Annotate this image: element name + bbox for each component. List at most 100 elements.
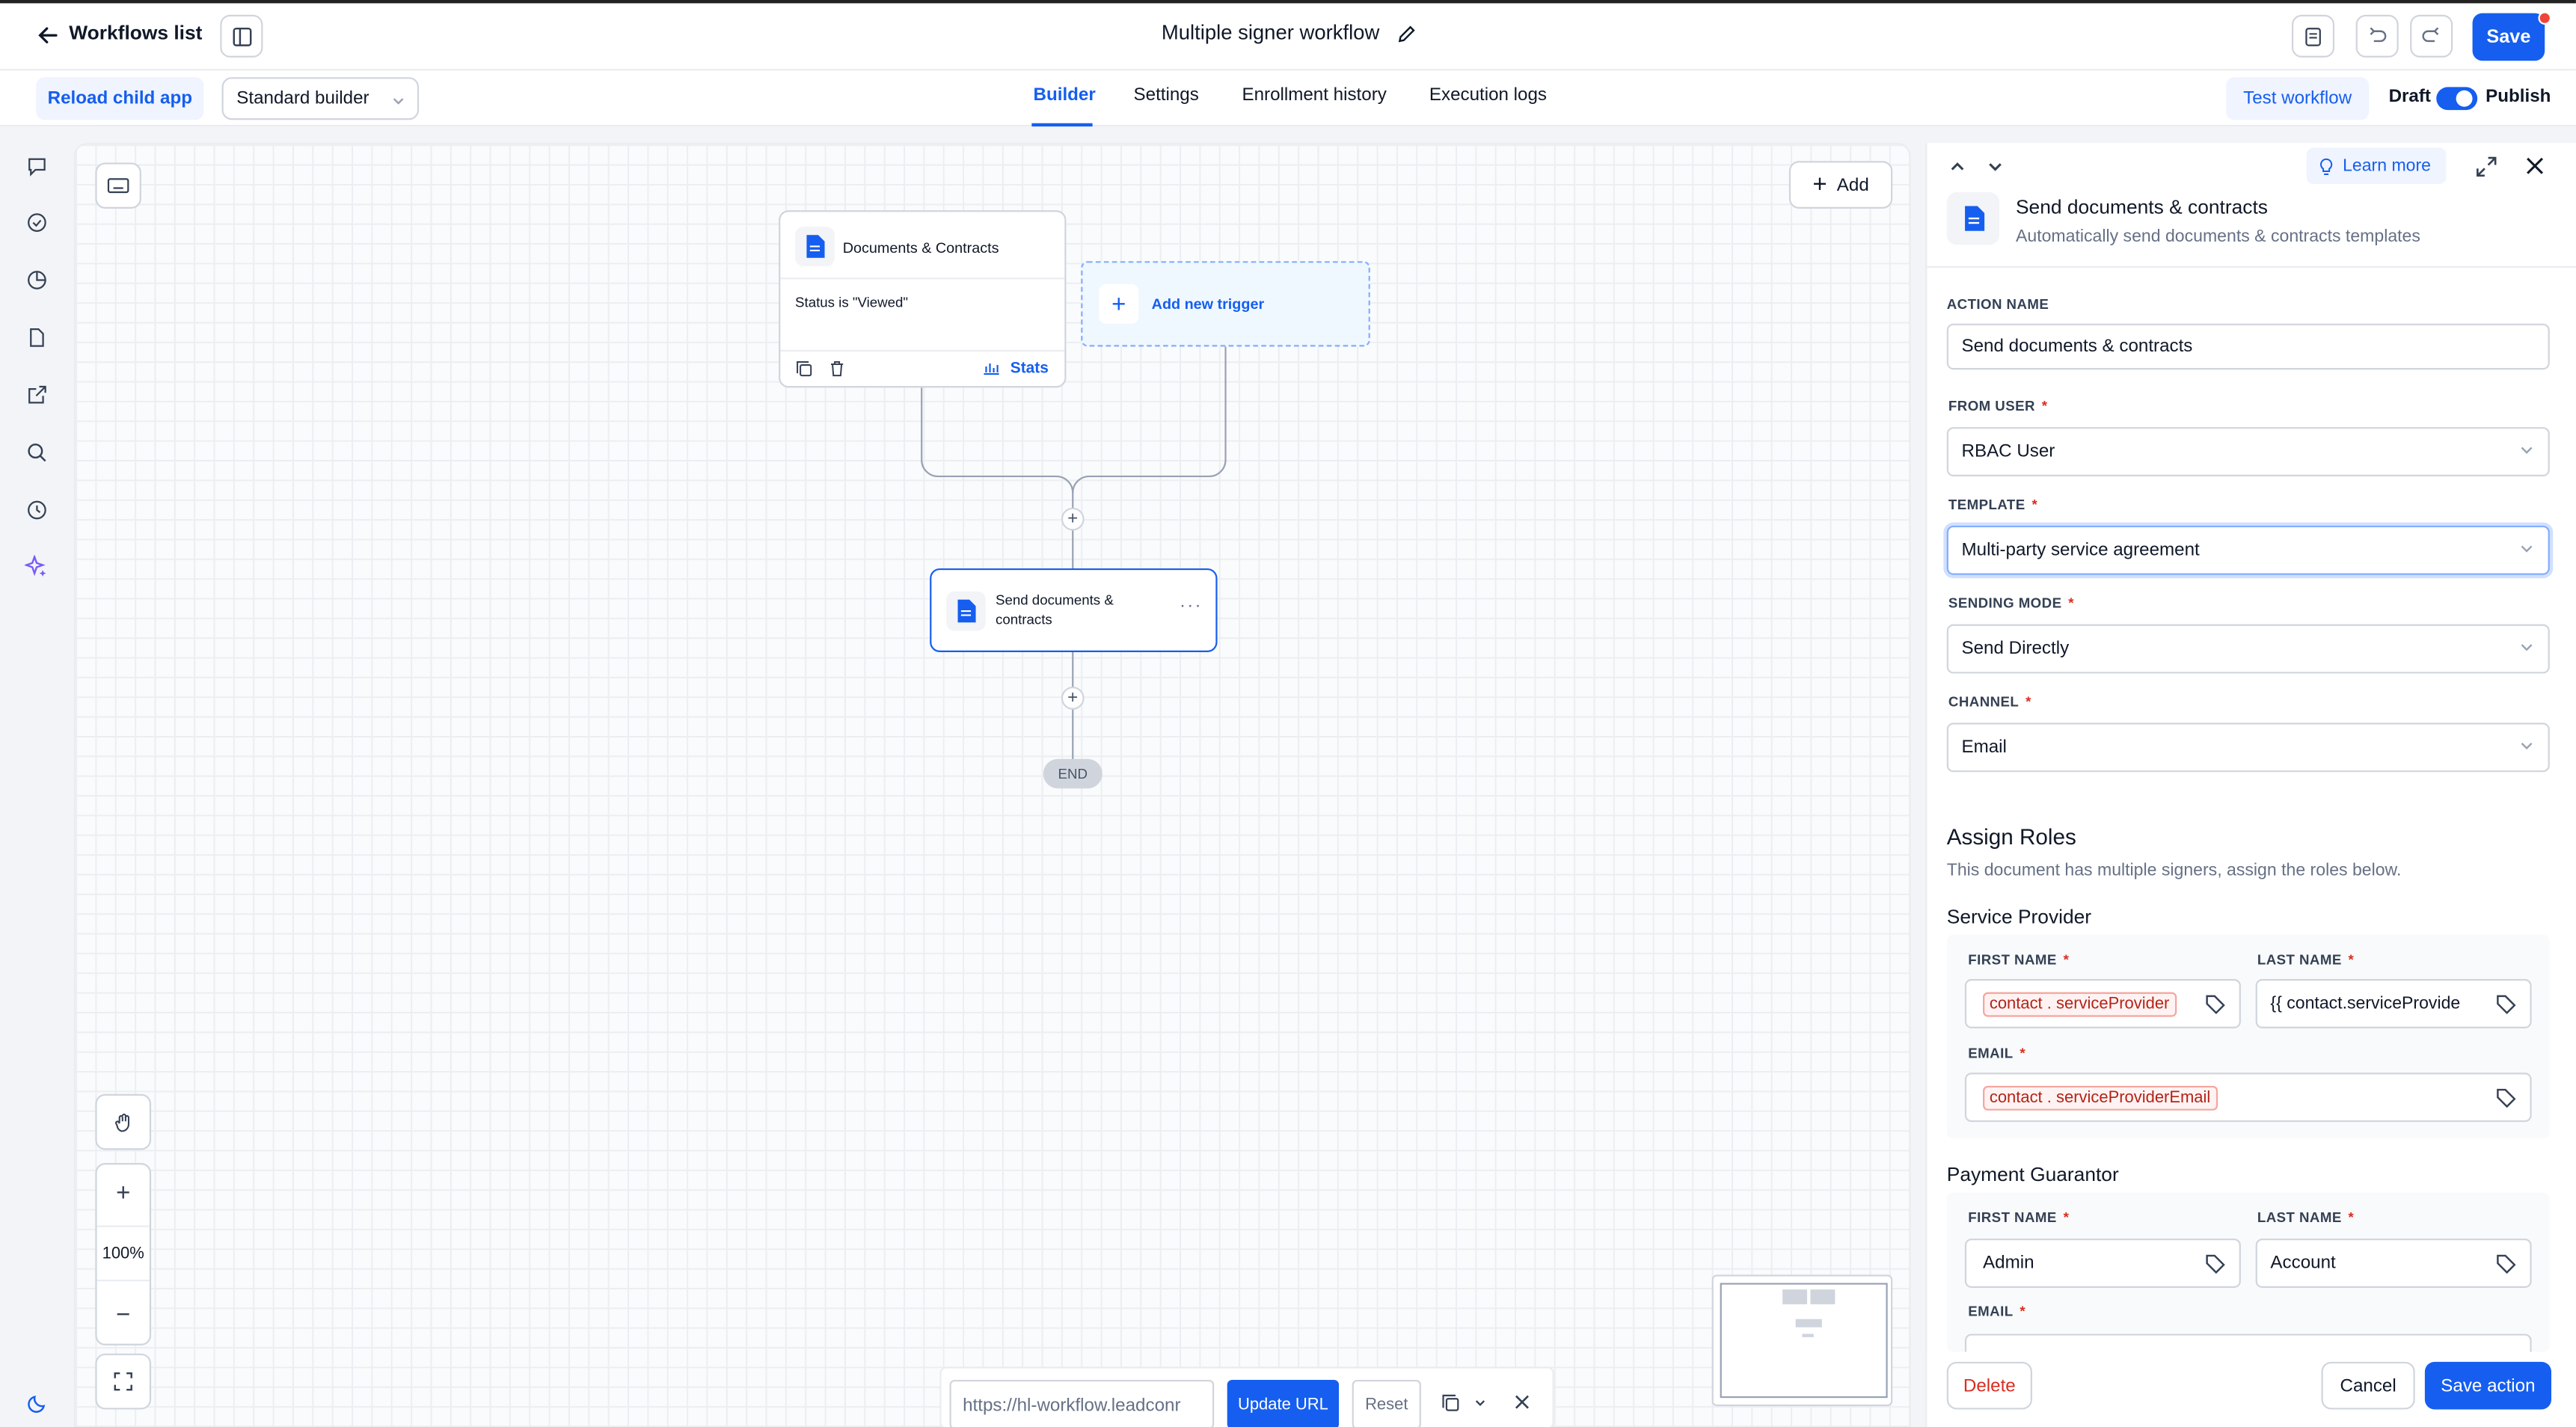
moon-icon[interactable] bbox=[26, 1393, 48, 1415]
document-list-icon bbox=[2304, 26, 2320, 46]
toggle-sidebar-button[interactable] bbox=[220, 14, 263, 58]
trigger-footer-divider bbox=[780, 349, 1065, 352]
action-node[interactable]: Send documents & contracts ··· bbox=[930, 568, 1218, 652]
back-arrow-icon[interactable] bbox=[36, 23, 59, 46]
learn-more-button[interactable]: Learn more bbox=[2306, 147, 2447, 184]
trash-icon[interactable] bbox=[828, 360, 846, 378]
chevron-down-icon bbox=[2521, 743, 2533, 750]
workflow-canvas[interactable]: + Add Documents & Contracts Status is "V… bbox=[73, 143, 1911, 1427]
publish-toggle[interactable] bbox=[2436, 87, 2478, 111]
builder-select[interactable]: Standard builder bbox=[221, 77, 420, 120]
fit-view-button[interactable] bbox=[95, 1353, 152, 1410]
role-service-provider-title: Service Provider bbox=[1946, 905, 2092, 928]
action-name-value: Send documents & contracts bbox=[1961, 337, 2193, 357]
trigger-node[interactable]: Documents & Contracts Status is "Viewed"… bbox=[779, 210, 1067, 388]
tag-icon[interactable] bbox=[2495, 994, 2517, 1016]
save-button-label: Save bbox=[2486, 27, 2531, 47]
add-new-trigger-node[interactable]: + Add new trigger bbox=[1081, 261, 1370, 347]
pg-email-input[interactable] bbox=[1964, 1334, 2532, 1352]
reload-child-app-button[interactable]: Reload child app bbox=[36, 77, 204, 120]
close-icon[interactable] bbox=[2525, 156, 2545, 176]
sending-mode-select[interactable]: Send Directly bbox=[1946, 624, 2550, 674]
ai-sparkle-icon[interactable] bbox=[24, 555, 48, 578]
minimap[interactable] bbox=[1711, 1274, 1893, 1407]
delete-action-button[interactable]: Delete bbox=[1946, 1361, 2032, 1410]
test-workflow-button[interactable]: Test workflow bbox=[2226, 77, 2370, 120]
sp-email-input[interactable]: contact . serviceProviderEmail bbox=[1964, 1072, 2532, 1123]
copy-icon[interactable] bbox=[1441, 1393, 1460, 1413]
workflow-title[interactable]: Multiple signer workflow bbox=[1162, 22, 1379, 45]
action-name-input[interactable]: Send documents & contracts bbox=[1946, 323, 2550, 370]
zoom-out-button[interactable]: − bbox=[97, 1286, 150, 1342]
chevron-down-icon[interactable] bbox=[1986, 158, 2004, 176]
trigger-icon-box bbox=[795, 227, 835, 266]
sp-last-name-input[interactable]: {{ contact.serviceProvide bbox=[2255, 979, 2532, 1028]
add-step-button-2[interactable]: + bbox=[1061, 687, 1085, 710]
assign-roles-description: This document has multiple signers, assi… bbox=[1946, 860, 2402, 881]
undo-icon bbox=[2370, 27, 2387, 43]
chat-icon[interactable] bbox=[26, 156, 48, 178]
maximize-icon[interactable] bbox=[2476, 156, 2497, 178]
url-input-value: https://hl-workflow.leadconr bbox=[963, 1396, 1181, 1417]
sp-first-name-label: FIRST NAME * bbox=[1968, 951, 2070, 968]
pie-chart-icon[interactable] bbox=[26, 269, 48, 291]
undo-button[interactable] bbox=[2355, 14, 2399, 58]
chevron-down-icon bbox=[2521, 446, 2533, 454]
tag-icon[interactable] bbox=[2495, 1253, 2517, 1275]
draft-label: Draft bbox=[2388, 87, 2431, 107]
add-trigger-plus-box: + bbox=[1099, 283, 1139, 324]
redo-button[interactable] bbox=[2410, 14, 2453, 58]
tab-enrollment-history[interactable]: Enrollment history bbox=[1242, 85, 1386, 105]
end-node: END bbox=[1043, 758, 1103, 789]
tag-icon[interactable] bbox=[2205, 994, 2227, 1016]
learn-more-label: Learn more bbox=[2343, 156, 2432, 177]
pg-first-name-label: FIRST NAME * bbox=[1968, 1209, 2070, 1226]
action-config-panel: Learn more Send documents & contracts Au… bbox=[1925, 143, 2576, 1427]
check-circle-icon[interactable] bbox=[26, 212, 48, 233]
file-icon[interactable] bbox=[26, 327, 48, 349]
tab-execution-logs[interactable]: Execution logs bbox=[1429, 85, 1547, 105]
channel-label: CHANNEL * bbox=[1948, 693, 2031, 710]
chevron-up-icon[interactable] bbox=[1948, 158, 1966, 176]
cancel-button[interactable]: Cancel bbox=[2321, 1361, 2415, 1410]
reset-button[interactable]: Reset bbox=[1352, 1379, 1421, 1427]
bar-chart-icon[interactable] bbox=[982, 360, 1000, 376]
save-action-button[interactable]: Save action bbox=[2424, 1361, 2552, 1410]
more-options-icon[interactable]: ··· bbox=[1180, 596, 1203, 616]
pg-first-name-input[interactable]: Admin bbox=[1964, 1239, 2241, 1288]
trigger-divider bbox=[780, 277, 1065, 280]
versions-button[interactable] bbox=[2291, 14, 2335, 58]
tab-builder[interactable]: Builder bbox=[1034, 85, 1096, 105]
unsaved-indicator-dot bbox=[2538, 11, 2552, 25]
channel-select[interactable]: Email bbox=[1946, 722, 2550, 773]
stats-link[interactable]: Stats bbox=[1011, 360, 1049, 378]
edit-pencil-icon[interactable] bbox=[1395, 23, 1417, 45]
pan-tool-button[interactable] bbox=[95, 1093, 152, 1150]
close-icon[interactable] bbox=[1513, 1393, 1531, 1411]
add-step-button-1[interactable]: + bbox=[1061, 507, 1085, 531]
pg-last-name-input[interactable]: Account bbox=[2255, 1239, 2532, 1288]
search-icon[interactable] bbox=[26, 442, 48, 464]
copy-icon[interactable] bbox=[795, 360, 813, 378]
chevron-down-icon[interactable] bbox=[1473, 1396, 1487, 1410]
save-button[interactable]: Save bbox=[2472, 13, 2545, 61]
back-to-workflows-link[interactable]: Workflows list bbox=[69, 22, 202, 45]
history-icon[interactable] bbox=[26, 500, 48, 521]
minimap-node bbox=[1802, 1334, 1814, 1337]
template-select[interactable]: Multi-party service agreement bbox=[1946, 525, 2550, 575]
minimap-node bbox=[1782, 1289, 1808, 1304]
reload-label: Reload child app bbox=[47, 88, 192, 108]
sp-last-name-value: {{ contact.serviceProvide bbox=[2270, 993, 2461, 1014]
sp-first-name-input[interactable]: contact . serviceProvider bbox=[1964, 979, 2241, 1028]
expand-icon bbox=[114, 1372, 132, 1391]
tag-icon[interactable] bbox=[2205, 1253, 2227, 1275]
from-user-value: RBAC User bbox=[1961, 441, 2055, 462]
update-url-button[interactable]: Update URL bbox=[1227, 1379, 1340, 1427]
from-user-select[interactable]: RBAC User bbox=[1946, 427, 2550, 476]
zoom-in-button[interactable]: + bbox=[97, 1164, 150, 1221]
pg-last-name-label: LAST NAME * bbox=[2257, 1209, 2355, 1226]
tag-icon[interactable] bbox=[2495, 1087, 2517, 1109]
external-link-icon[interactable] bbox=[26, 384, 48, 406]
tab-settings[interactable]: Settings bbox=[1134, 85, 1199, 105]
url-input[interactable]: https://hl-workflow.leadconr bbox=[949, 1379, 1215, 1427]
